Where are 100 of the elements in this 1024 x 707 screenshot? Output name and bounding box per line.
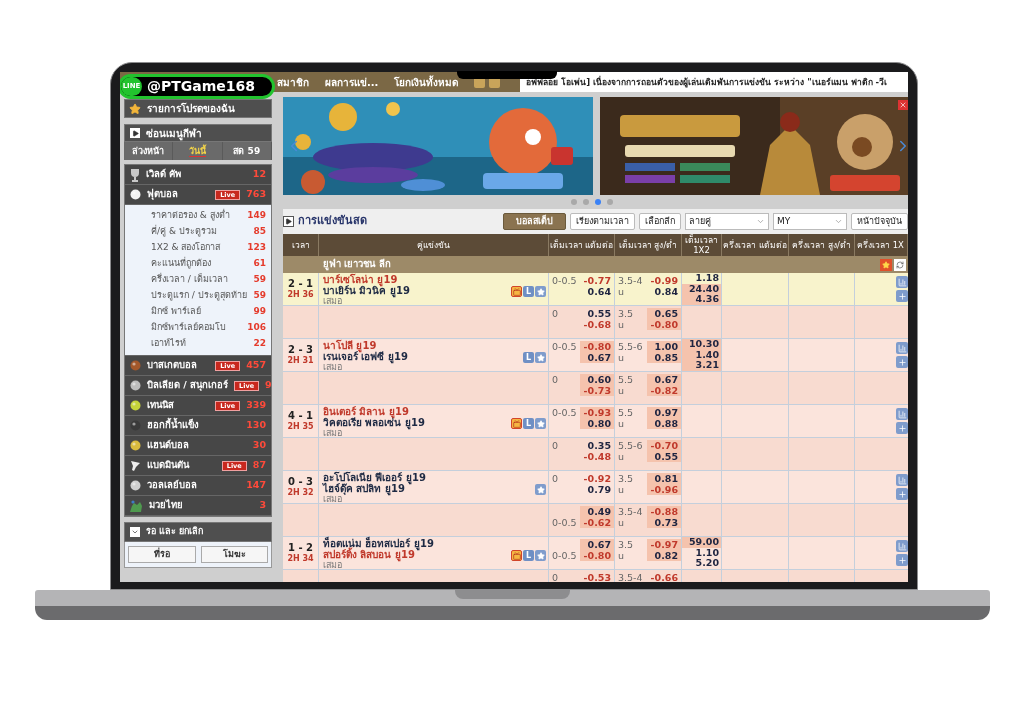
line-label: 3.5: [618, 473, 635, 484]
odds-value[interactable]: 0.82: [647, 550, 681, 561]
market-item[interactable]: ประตูแรก / ประตูสุดท้าย 59: [125, 288, 271, 304]
sport-name: วอลเลย์บอล: [147, 478, 198, 493]
line-label: 0-0.5: [552, 549, 578, 561]
odds-value[interactable]: 0.73: [647, 517, 681, 528]
odds-value[interactable]: 24.40: [682, 283, 721, 294]
odds-value[interactable]: -0.48: [580, 451, 614, 462]
odds-value[interactable]: 0.60: [580, 374, 614, 385]
sport-count: 87: [252, 458, 266, 473]
odds-value[interactable]: 0.88: [647, 418, 681, 429]
favorites-button[interactable]: รายการโปรดของฉัน: [124, 99, 272, 118]
odds-value[interactable]: 0.79: [580, 484, 614, 495]
sport-item[interactable]: เวิลด์ คัพ 12: [125, 165, 271, 185]
market-item[interactable]: คี่/คู่ & ประตูรวม 85: [125, 224, 271, 240]
odds-value[interactable]: -0.77: [580, 275, 614, 286]
market-item[interactable]: คะแนนที่ถูกต้อง 61: [125, 256, 271, 272]
odds-value[interactable]: 0.97: [647, 407, 681, 418]
match-time: 2H 36: [287, 290, 314, 300]
sport-name: ฮอกกี้น้ำแข็ง: [147, 418, 200, 433]
toolbar-button[interactable]: เรียงตามเวลา: [570, 213, 635, 230]
market-name: 1X2 & สองโอกาส: [151, 241, 222, 255]
market-item[interactable]: ราคาต่อรอง & สูงต่ำ 149: [125, 208, 271, 224]
team-name[interactable]: ท็อตแน่ม ฮ็อทสเปอร์ ยู19: [323, 538, 511, 549]
odds-value[interactable]: 4.36: [682, 294, 721, 305]
odds-value[interactable]: 0.81: [647, 473, 681, 484]
draw-label: เสมอ: [323, 362, 343, 373]
odds-value[interactable]: 1.10: [682, 547, 721, 558]
odds-value[interactable]: 0.55: [580, 308, 614, 319]
pending-button[interactable]: ที่รอ: [128, 546, 196, 563]
under-label: u: [618, 418, 626, 429]
team-name[interactable]: อินเตอร์ มิลาน ยู19: [323, 406, 511, 417]
market-name: เอาท์ไรท์: [151, 337, 187, 351]
toolbar-button[interactable]: เลือกลีก: [639, 213, 681, 230]
sidebar-tab[interactable]: สด 59: [222, 142, 272, 160]
odds-value[interactable]: 0.67: [647, 374, 681, 385]
sport-count: 3: [259, 498, 266, 513]
team-name[interactable]: นาโปลี ยู19: [323, 340, 523, 351]
market-item[interactable]: ครึ่งเวลา / เต็มเวลา 59: [125, 272, 271, 288]
sport-count: 9: [265, 378, 272, 393]
odds-value[interactable]: 0.64: [580, 286, 614, 297]
odds-value[interactable]: 1.00: [647, 341, 681, 352]
sport-item[interactable]: ฮอกกี้น้ำแข็ง 130: [125, 416, 271, 436]
odds-value[interactable]: 0.55: [647, 451, 681, 462]
odds-value[interactable]: 0.35: [580, 440, 614, 451]
sidebar-tab[interactable]: ล่วงหน้า: [124, 142, 174, 160]
dropdown[interactable]: ลายคู่: [685, 213, 769, 230]
odds-value[interactable]: -0.92: [580, 473, 614, 484]
market-item[interactable]: มิกซ์ พาร์เลย์ 99: [125, 304, 271, 320]
odds-value[interactable]: 0.67: [580, 539, 614, 550]
line-label: 0: [552, 374, 560, 385]
line-label: 3.5-4: [618, 275, 644, 286]
odds-value[interactable]: 0.80: [580, 418, 614, 429]
team-name[interactable]: อะโปโลเนีย ฟีเออร์ ยู19: [323, 472, 535, 483]
sport-name: บาสเกตบอล: [147, 358, 198, 373]
nav-link[interactable]: โยกเงินทั้งหมด: [394, 74, 459, 90]
line-label: 0-0.5: [552, 407, 578, 418]
sidebar-tab[interactable]: วันนี้: [173, 142, 223, 160]
dropdown[interactable]: MY: [773, 213, 847, 230]
sport-item[interactable]: มวยไทย 3: [125, 496, 271, 516]
team-name[interactable]: บาร์เซโลน่า ยู19: [323, 274, 511, 285]
odds-value[interactable]: 1.40: [682, 349, 721, 360]
odds-value[interactable]: 59.00: [682, 537, 721, 548]
line-label: 0-0.5: [552, 275, 578, 286]
market-item[interactable]: เอาท์ไรท์ 22: [125, 336, 271, 352]
nav-link[interactable]: สมาชิก: [277, 74, 309, 90]
market-item[interactable]: 1X2 & สองโอกาส 123: [125, 240, 271, 256]
odds-value[interactable]: -0.99: [647, 275, 681, 286]
menu-toggle-button[interactable]: ซ่อนเมนูกีฬา: [124, 124, 272, 142]
line-label: 5.5-6: [618, 440, 644, 451]
match-score: 2 - 1: [288, 278, 313, 290]
toolbar-button[interactable]: บอลสเต็ป: [503, 213, 566, 230]
team-name[interactable]: บาเยิร์น มิวนิค ยู19: [323, 285, 511, 296]
odds-value[interactable]: 10.30: [682, 339, 721, 350]
odds-value[interactable]: 5.20: [682, 558, 721, 569]
odds-value[interactable]: -0.53: [580, 572, 614, 582]
market-item[interactable]: มิกซ์พาร์เลย์คอมโบ 106: [125, 320, 271, 336]
pending-header[interactable]: รอ และ ยกเลิก: [124, 522, 272, 542]
team-name[interactable]: วิคตอเรีย พลอเซ่น ยู19: [323, 417, 511, 428]
line-label: 0: [552, 440, 560, 451]
nav-link[interactable]: ผลการแข่...: [325, 74, 379, 90]
sport-item[interactable]: วอลเลย์บอล 147: [125, 476, 271, 496]
market-name: ครึ่งเวลา / เต็มเวลา: [151, 273, 229, 287]
team-name[interactable]: เรนเจอร์ เอฟซี ยู19: [323, 351, 523, 362]
line-label: 0: [552, 572, 560, 582]
odds-value[interactable]: 0.67: [580, 352, 614, 363]
odds-value[interactable]: -0.68: [580, 319, 614, 330]
toolbar-button[interactable]: หน้าปัจจุบัน: [851, 213, 908, 230]
odds-value[interactable]: -0.66: [647, 572, 681, 582]
odds-value[interactable]: 0.85: [647, 352, 681, 363]
odds-value[interactable]: 3.21: [682, 360, 721, 371]
odds-value[interactable]: 0.49: [580, 506, 614, 517]
odds-value[interactable]: 0.84: [647, 286, 681, 297]
draw-label: เสมอ: [323, 494, 342, 505]
sport-item[interactable]: แฮนด์บอล 30: [125, 436, 271, 456]
pending-button[interactable]: โมฆะ: [200, 546, 268, 563]
odds-value[interactable]: 1.18: [682, 273, 721, 284]
sport-name: มวยไทย: [149, 498, 184, 513]
odds-value[interactable]: 0.65: [647, 308, 681, 319]
line-label: 3.5-4: [618, 572, 644, 582]
